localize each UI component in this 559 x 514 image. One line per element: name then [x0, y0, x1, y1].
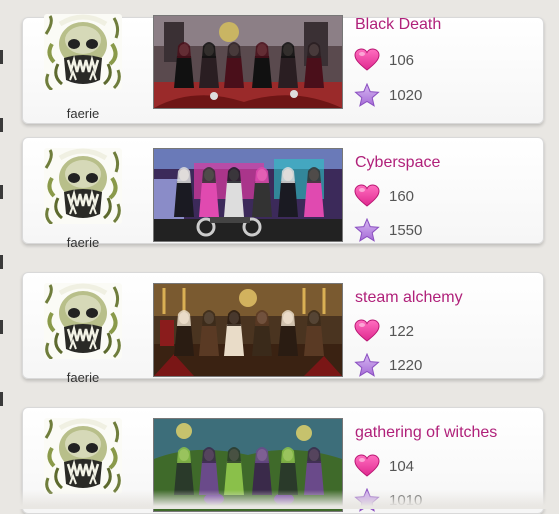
- room-title[interactable]: Cyberspace: [355, 154, 440, 172]
- room-title[interactable]: Black Death: [355, 16, 441, 34]
- heart-icon[interactable]: [354, 48, 380, 72]
- favorites-stat: 1220: [354, 353, 422, 377]
- room-card[interactable]: faerie Black Death 106 1020: [22, 14, 544, 124]
- favorites-stat: 1020: [354, 83, 422, 107]
- room-list: faerie Black Death 106 1020 faerie Cyber…: [0, 0, 559, 514]
- room-thumbnail[interactable]: [153, 148, 343, 242]
- star-icon[interactable]: [354, 353, 380, 377]
- heart-icon[interactable]: [354, 454, 380, 478]
- scroll-fade: [0, 490, 559, 509]
- room-thumbnail[interactable]: [153, 15, 343, 109]
- likes-count: 104: [389, 457, 415, 475]
- likes-stat: 160: [354, 184, 414, 208]
- likes-count: 106: [389, 51, 415, 69]
- owner-avatar[interactable]: [44, 148, 122, 224]
- star-icon[interactable]: [354, 218, 380, 242]
- owner-name[interactable]: faerie: [44, 370, 122, 385]
- heart-icon[interactable]: [354, 319, 380, 343]
- favorites-count: 1020: [389, 86, 423, 104]
- likes-stat: 106: [354, 48, 414, 72]
- star-icon[interactable]: [354, 83, 380, 107]
- room-thumbnail[interactable]: [153, 283, 343, 377]
- room-card[interactable]: faerie Cyberspace 160 1550: [22, 137, 544, 250]
- owner-name[interactable]: faerie: [44, 235, 122, 250]
- owner-name[interactable]: faerie: [44, 106, 122, 121]
- owner-avatar[interactable]: [44, 418, 122, 494]
- heart-icon[interactable]: [354, 184, 380, 208]
- likes-count: 160: [389, 187, 415, 205]
- room-title[interactable]: steam alchemy: [355, 289, 463, 307]
- likes-count: 122: [389, 322, 415, 340]
- likes-stat: 104: [354, 454, 414, 478]
- likes-stat: 122: [354, 319, 414, 343]
- room-card[interactable]: faerie steam alchemy 122 1220: [22, 272, 544, 385]
- favorites-count: 1220: [389, 356, 423, 374]
- favorites-stat: 1550: [354, 218, 422, 242]
- owner-avatar[interactable]: [44, 14, 122, 90]
- room-title[interactable]: gathering of witches: [355, 424, 497, 442]
- favorites-count: 1550: [389, 221, 423, 239]
- owner-avatar[interactable]: [44, 283, 122, 359]
